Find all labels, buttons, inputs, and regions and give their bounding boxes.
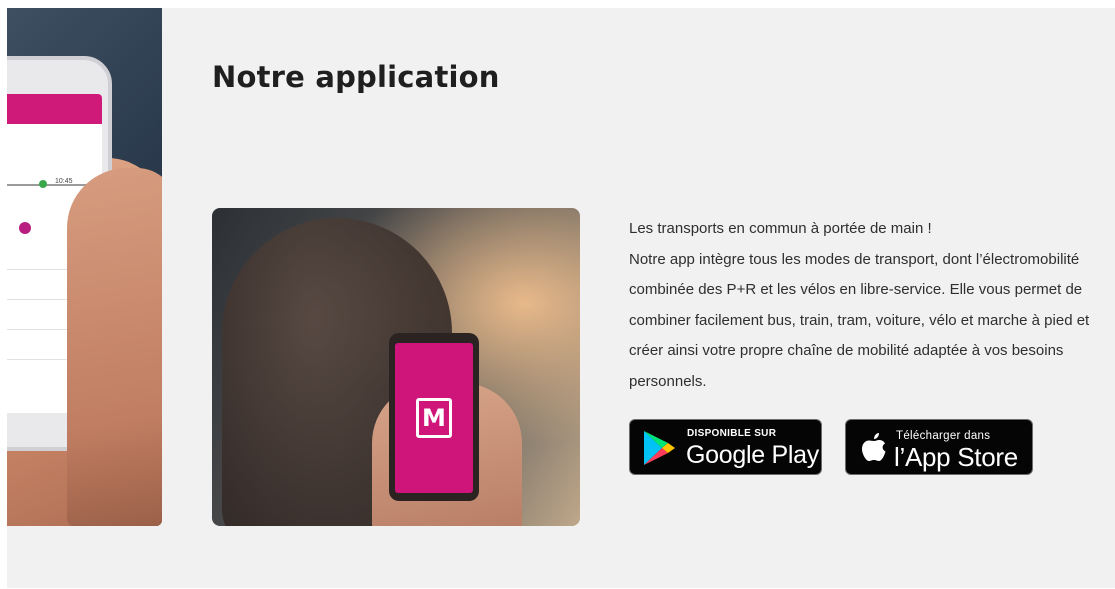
section-title: Notre application xyxy=(212,60,500,94)
thumb-shape xyxy=(67,168,162,526)
google-play-label: Google Play xyxy=(686,441,819,469)
phone-in-hand-photo: 10:45 xyxy=(7,8,162,526)
app-logo-icon: M xyxy=(416,398,452,438)
apple-icon xyxy=(862,433,886,461)
google-play-caption: DISPONIBLE SUR xyxy=(687,428,777,439)
route-line xyxy=(7,184,88,186)
app-store-caption: Télécharger dans xyxy=(896,430,991,442)
description-line: personnels. xyxy=(629,372,707,390)
app-store-label: l’App Store xyxy=(894,442,1018,472)
google-play-icon xyxy=(644,431,675,465)
description-line: Les transports en commun à portée de mai… xyxy=(629,220,932,237)
app-promo-section: 10:45 Notre application M Les transports… xyxy=(7,8,1115,588)
app-description: Les transports en commun à portée de mai… xyxy=(629,214,1115,397)
description-line: combiner facilement bus, train, tram, vo… xyxy=(629,311,1090,329)
app-circle-icon xyxy=(19,222,31,234)
description-line: créer ainsi votre propre chaîne de mobil… xyxy=(629,342,1064,359)
phone-screen: M xyxy=(395,343,473,493)
person-with-phone-photo: M xyxy=(212,208,580,526)
route-marker xyxy=(39,180,47,188)
screen-time: 10:45 xyxy=(55,178,73,185)
description-line: combinée des P+R et les vélos en libre-s… xyxy=(629,281,1083,298)
phone-device: M xyxy=(389,333,479,501)
description-line: Notre app intègre tous les modes de tran… xyxy=(629,250,1080,268)
app-store-button[interactable]: Télécharger dans l’App Store xyxy=(845,419,1033,475)
google-play-button[interactable]: DISPONIBLE SUR Google Play xyxy=(629,419,822,475)
app-header-bar xyxy=(7,94,102,124)
